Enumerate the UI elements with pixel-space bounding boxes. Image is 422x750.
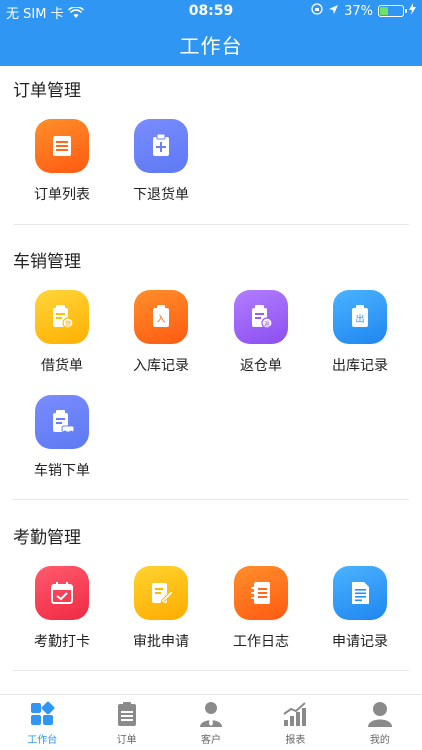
orientation-lock-icon bbox=[311, 3, 323, 19]
page-title: 工作台 bbox=[179, 34, 243, 58]
borrow-doc-button[interactable]: 借 借货单 bbox=[12, 290, 112, 375]
notebook-icon bbox=[234, 566, 288, 620]
work-log-button[interactable]: 工作日志 bbox=[211, 566, 311, 651]
svg-text:出: 出 bbox=[355, 313, 364, 325]
bottom-tab-bar: 工作台 订单 客户 报表 我的 bbox=[0, 694, 422, 750]
borrow-doc-icon: 借 bbox=[35, 290, 89, 344]
tab-workbench[interactable]: 工作台 bbox=[0, 695, 84, 750]
grid-icon bbox=[28, 700, 56, 728]
status-bar: 无 SIM 卡 08:59 37% bbox=[0, 0, 422, 22]
stock-out-button[interactable]: 出 出库记录 bbox=[310, 290, 410, 375]
tab-label: 报表 bbox=[285, 735, 306, 746]
svg-text:返: 返 bbox=[264, 321, 270, 328]
battery-icon bbox=[378, 5, 407, 17]
user-icon bbox=[366, 700, 394, 728]
clipboard-plus-icon bbox=[134, 119, 188, 173]
attendance-checkin-label: 考勤打卡 bbox=[34, 634, 90, 650]
location-icon bbox=[328, 4, 339, 19]
return-warehouse-button[interactable]: 返 返仓单 bbox=[211, 290, 311, 375]
stock-out-label: 出库记录 bbox=[332, 358, 388, 374]
order-list-icon bbox=[35, 119, 89, 173]
tab-customers[interactable]: 客户 bbox=[169, 695, 253, 750]
car-order-button[interactable]: 车销下单 bbox=[12, 395, 112, 480]
application-record-label: 申请记录 bbox=[332, 634, 388, 650]
order-list-button[interactable]: 订单列表 bbox=[12, 119, 112, 204]
section-divider bbox=[13, 499, 409, 500]
return-order-label: 下退货单 bbox=[133, 187, 189, 203]
section-divider bbox=[13, 670, 409, 671]
approval-button[interactable]: 审批申请 bbox=[111, 566, 211, 651]
svg-text:借: 借 bbox=[65, 320, 71, 328]
tab-reports[interactable]: 报表 bbox=[253, 695, 337, 750]
car-order-label: 车销下单 bbox=[34, 463, 90, 479]
tab-label: 我的 bbox=[369, 735, 390, 746]
battery-percent: 37% bbox=[344, 3, 373, 19]
tab-orders[interactable]: 订单 bbox=[84, 695, 168, 750]
borrow-doc-label: 借货单 bbox=[41, 358, 83, 374]
section-title-attendance: 考勤管理 bbox=[13, 528, 81, 548]
tab-label: 客户 bbox=[201, 735, 222, 746]
return-order-button[interactable]: 下退货单 bbox=[111, 119, 211, 204]
stock-in-icon: 入 bbox=[134, 290, 188, 344]
charging-icon bbox=[409, 3, 416, 19]
attendance-checkin-button[interactable]: 考勤打卡 bbox=[12, 566, 112, 651]
app-header: 无 SIM 卡 08:59 37% 工作台 bbox=[0, 0, 422, 66]
order-list-label: 订单列表 bbox=[34, 187, 90, 203]
stock-in-button[interactable]: 入 入库记录 bbox=[111, 290, 211, 375]
section-title-order: 订单管理 bbox=[13, 81, 81, 101]
application-record-button[interactable]: 申请记录 bbox=[310, 566, 410, 651]
person-tie-icon bbox=[197, 700, 225, 728]
work-log-label: 工作日志 bbox=[233, 634, 289, 650]
return-warehouse-label: 返仓单 bbox=[240, 358, 282, 374]
return-warehouse-icon: 返 bbox=[234, 290, 288, 344]
approval-label: 审批申请 bbox=[133, 634, 189, 650]
section-title-car-sales: 车销管理 bbox=[13, 252, 81, 272]
section-divider bbox=[13, 224, 409, 225]
clipboard-icon bbox=[113, 700, 141, 728]
status-right: 37% bbox=[311, 3, 416, 19]
calendar-check-icon bbox=[35, 566, 89, 620]
stock-in-label: 入库记录 bbox=[133, 358, 189, 374]
tab-label: 订单 bbox=[116, 735, 137, 746]
car-order-icon bbox=[35, 395, 89, 449]
stock-out-icon: 出 bbox=[333, 290, 387, 344]
tab-mine[interactable]: 我的 bbox=[338, 695, 422, 750]
document-icon bbox=[333, 566, 387, 620]
chart-icon bbox=[281, 700, 309, 728]
svg-text:入: 入 bbox=[156, 314, 165, 325]
tab-label: 工作台 bbox=[27, 735, 58, 746]
approval-edit-icon bbox=[134, 566, 188, 620]
